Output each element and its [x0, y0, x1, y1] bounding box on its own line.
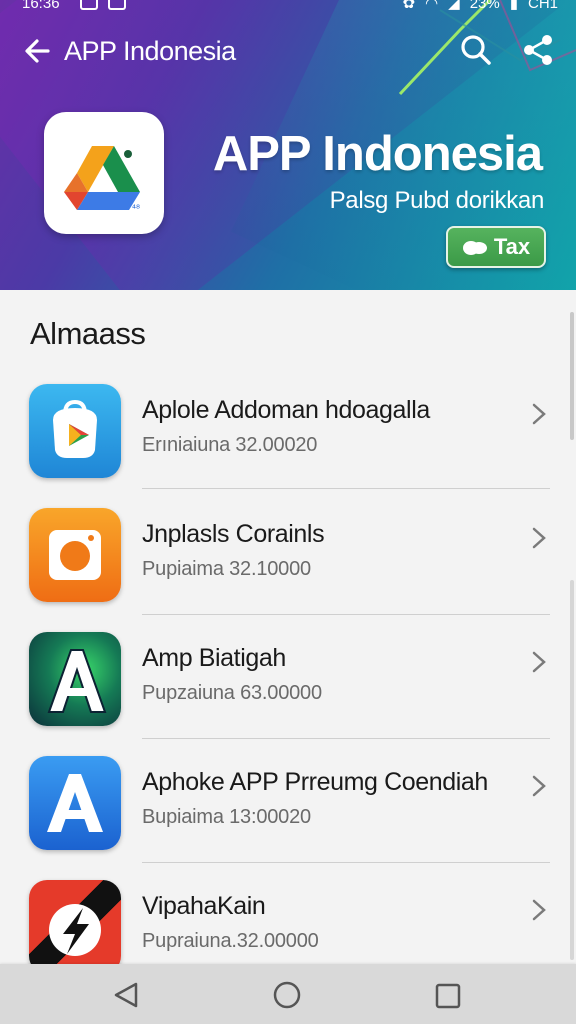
notification-icon — [80, 0, 98, 10]
app-bar: APP Indonesia — [0, 28, 576, 78]
play-store-bag-icon — [29, 384, 121, 478]
list-item[interactable]: Jnplasls Corainls Pupiaima 32.10000 — [0, 490, 576, 614]
signal-icon: ◢ — [448, 0, 460, 12]
battery-percent: 23% — [469, 0, 500, 12]
chevron-right-icon — [532, 651, 546, 673]
camera-icon — [29, 508, 121, 602]
list-item[interactable]: Amp Biatigah Pupzaiuna 63.00000 — [0, 614, 576, 738]
lightning-icon — [29, 880, 121, 974]
item-title: Amp Biatigah — [142, 644, 286, 672]
check-notification-icon — [108, 0, 126, 10]
list-item[interactable]: Aplole Addoman hdoagalla Erıniaiuna 32.0… — [0, 366, 576, 490]
battery-icon: ▮ — [509, 0, 518, 12]
tax-button-label: Tax — [493, 234, 531, 259]
item-subtitle: Pupiaima 32.10000 — [142, 558, 311, 580]
list-item[interactable]: Aphoke APP Prreumg Coendiah Bupiaima 13:… — [0, 738, 576, 862]
wifi-icon: ◠ — [425, 0, 439, 12]
navigation-bar — [0, 964, 576, 1024]
item-title: Aplole Addoman hdoagalla — [142, 396, 430, 424]
item-title: VipahaKain — [142, 892, 266, 920]
carrier-label: CH1 — [527, 0, 558, 12]
app-bar-title: APP Indonesia — [64, 36, 236, 66]
chevron-right-icon — [532, 527, 546, 549]
item-subtitle: Pupraiuna.32.00000 — [142, 930, 319, 952]
svg-text:⁴⁸: ⁴⁸ — [132, 204, 140, 215]
section-title: Almaass — [30, 316, 146, 351]
nav-home-icon[interactable] — [272, 980, 302, 1010]
header-banner: 16:36 ✿ ◠ ◢ 23% ▮ CH1 APP Indonesia ⁴⁸ A… — [0, 0, 576, 290]
chevron-right-icon — [532, 899, 546, 921]
hero-subtitle: Palsg Pubd dorikkan — [329, 187, 545, 214]
item-title: Aphoke APP Prreumg Coendiah — [142, 768, 488, 796]
tax-button[interactable]: Tax — [446, 226, 546, 268]
nav-recent-icon[interactable] — [434, 982, 462, 1010]
search-icon[interactable] — [458, 32, 494, 68]
item-subtitle: Erıniaiuna 32.00020 — [142, 434, 318, 456]
item-title: Jnplasls Corainls — [142, 520, 325, 548]
settings-status-icon: ✿ — [402, 0, 416, 12]
letter-a-icon — [29, 756, 121, 850]
chevron-right-icon — [532, 403, 546, 425]
share-icon[interactable] — [520, 32, 556, 68]
hero-title: APP Indonesia — [212, 127, 543, 181]
chevron-right-icon — [532, 775, 546, 797]
nav-back-icon[interactable] — [112, 980, 142, 1010]
status-bar: 16:36 ✿ ◠ ◢ 23% ▮ CH1 — [0, 0, 576, 16]
cloud-chat-icon — [462, 241, 487, 255]
divider — [142, 488, 550, 489]
back-arrow-icon[interactable] — [20, 34, 54, 68]
scrollbar-track[interactable] — [570, 580, 574, 960]
status-time: 16:36 — [22, 0, 60, 12]
item-subtitle: Pupzaiuna 63.00000 — [142, 682, 322, 704]
google-drive-icon: ⁴⁸ — [44, 112, 164, 234]
item-subtitle: Bupiaima 13:00020 — [142, 806, 311, 828]
letter-a-neon-icon — [29, 632, 121, 726]
scrollbar[interactable] — [570, 312, 574, 440]
